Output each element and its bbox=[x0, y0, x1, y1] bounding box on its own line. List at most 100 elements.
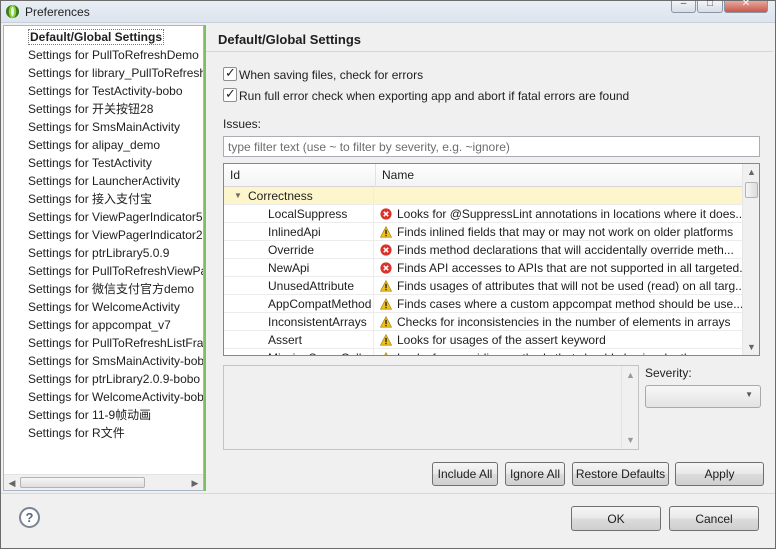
scroll-down-icon[interactable]: ▼ bbox=[743, 339, 759, 355]
scope-list-item[interactable]: Settings for 接入支付宝 bbox=[4, 190, 203, 208]
ignore-all-button[interactable]: Ignore All bbox=[505, 462, 565, 486]
scope-list-item[interactable]: Settings for PullToRefreshDemo bbox=[4, 46, 203, 64]
issue-id-cell: Override bbox=[224, 241, 374, 258]
minimize-icon: – bbox=[680, 0, 687, 9]
scope-list-item-label: Default/Global Settings bbox=[28, 29, 165, 45]
scroll-up-icon[interactable]: ▲ bbox=[622, 370, 639, 380]
severity-dropdown[interactable]: ▼ bbox=[645, 385, 761, 408]
scope-list-item[interactable]: Settings for ptrLibrary5.0.9 bbox=[4, 244, 203, 262]
category-name-cell bbox=[376, 187, 742, 204]
chevron-down-icon: ▼ bbox=[745, 390, 753, 399]
issue-id: MissingSuperCall bbox=[268, 349, 361, 355]
horizontal-scrollbar[interactable]: ◀ ▶ bbox=[4, 474, 203, 490]
page-header: Default/Global Settings bbox=[206, 26, 773, 52]
check-on-export-label: Run full error check when exporting app … bbox=[239, 89, 630, 103]
table-row[interactable]: Assert Looks for usages of the assert key… bbox=[224, 331, 742, 349]
table-row[interactable]: InconsistentArrays Checks for inconsisten… bbox=[224, 313, 742, 331]
scope-list-item-label: Settings for PullToRefreshDemo bbox=[28, 48, 199, 62]
scope-list-item[interactable]: Settings for ViewPagerIndicator2. bbox=[4, 226, 203, 244]
scope-list-item[interactable]: Settings for ViewPagerIndicator5. bbox=[4, 208, 203, 226]
scope-list-item-label: Settings for TestActivity bbox=[28, 156, 152, 170]
scope-list-item[interactable]: Settings for ptrLibrary2.0.9-bobo bbox=[4, 370, 203, 388]
scope-list-item[interactable]: Settings for LauncherActivity bbox=[4, 172, 203, 190]
pane-divider[interactable] bbox=[204, 25, 206, 491]
table-vertical-scrollbar[interactable]: ▲ ▼ bbox=[742, 164, 759, 355]
eclipse-app-icon bbox=[5, 4, 20, 19]
issue-filter-input[interactable] bbox=[223, 136, 760, 157]
table-row[interactable]: UnusedAttribute Finds usages of attribute… bbox=[224, 277, 742, 295]
scope-list-item-label: Settings for LauncherActivity bbox=[28, 174, 181, 188]
settings-scope-list[interactable]: Default/Global Settings Settings for Pull… bbox=[3, 25, 204, 491]
scope-list-item-label: Settings for 接入支付宝 bbox=[28, 192, 153, 206]
expand-arrow-icon[interactable]: ▼ bbox=[234, 187, 242, 204]
minimize-button[interactable]: – bbox=[671, 0, 696, 13]
scope-list-item[interactable]: Settings for TestActivity-bobo bbox=[4, 82, 203, 100]
table-row[interactable]: AppCompatMethod Finds cases where a custo… bbox=[224, 295, 742, 313]
table-row[interactable]: NewApi Finds API accesses to APIs that ar… bbox=[224, 259, 742, 277]
issue-description: Finds method declarations that will acci… bbox=[397, 243, 734, 257]
check-on-export-checkbox[interactable]: ✓ bbox=[223, 86, 237, 102]
issue-explanation-area[interactable]: ▲ ▼ bbox=[223, 365, 639, 450]
check-on-save-checkbox[interactable]: ✓ bbox=[223, 65, 237, 81]
scope-list-item[interactable]: Settings for WelcomeActivity bbox=[4, 298, 203, 316]
issues-table[interactable]: Id Name ▼ Correctness LocalSuppress Looks… bbox=[223, 163, 760, 356]
scope-list-item[interactable]: Settings for R文件 bbox=[4, 424, 203, 442]
table-row[interactable]: InlinedApi Finds inlined fields that may … bbox=[224, 223, 742, 241]
issue-id: InconsistentArrays bbox=[268, 315, 367, 329]
scope-list-item-label: Settings for ViewPagerIndicator5. bbox=[28, 210, 203, 224]
scroll-left-icon[interactable]: ◀ bbox=[6, 477, 18, 489]
scope-list-item[interactable]: Settings for WelcomeActivity-bob bbox=[4, 388, 203, 406]
issue-id-cell: InconsistentArrays bbox=[224, 313, 374, 330]
scroll-down-icon[interactable]: ▼ bbox=[622, 435, 639, 445]
scope-list-item-label: Settings for PullToRefreshViewPa bbox=[28, 264, 203, 278]
issue-description: Finds usages of attributes that will not… bbox=[397, 279, 742, 293]
scroll-up-icon[interactable]: ▲ bbox=[743, 164, 759, 180]
scope-list-item[interactable]: Default/Global Settings bbox=[4, 28, 203, 46]
scope-list-item[interactable]: Settings for 开关按钮28 bbox=[4, 100, 203, 118]
scope-list-item[interactable]: Settings for 微信支付官方demo bbox=[4, 280, 203, 298]
scope-list-item-label: Settings for SmsMainActivity-bob bbox=[28, 354, 203, 368]
scope-list-item[interactable]: Settings for PullToRefreshViewPa bbox=[4, 262, 203, 280]
table-row[interactable]: MissingSuperCall Looks for overriding met… bbox=[224, 349, 742, 355]
issue-id-cell: LocalSuppress bbox=[224, 205, 374, 222]
footer-divider bbox=[1, 493, 775, 494]
maximize-button[interactable]: □ bbox=[697, 0, 723, 13]
issue-id: AppCompatMethod bbox=[268, 297, 372, 311]
table-row[interactable]: LocalSuppress Looks for @SuppressLint ann… bbox=[224, 205, 742, 223]
restore-defaults-button[interactable]: Restore Defaults bbox=[572, 462, 669, 486]
scope-list-item[interactable]: Settings for PullToRefreshListFrag bbox=[4, 334, 203, 352]
title-bar[interactable]: Preferences – □ ✕ bbox=[1, 0, 775, 23]
scroll-right-icon[interactable]: ▶ bbox=[189, 477, 201, 489]
scope-list-item[interactable]: Settings for TestActivity bbox=[4, 154, 203, 172]
scope-list-item-label: Settings for WelcomeActivity-bob bbox=[28, 390, 203, 404]
issue-id-cell: Assert bbox=[224, 331, 374, 348]
apply-button[interactable]: Apply bbox=[675, 462, 764, 486]
scope-list-item[interactable]: Settings for SmsMainActivity-bob bbox=[4, 352, 203, 370]
issue-name-cell: Finds usages of attributes that will not… bbox=[376, 277, 742, 294]
table-row[interactable]: Override Finds method declarations that w… bbox=[224, 241, 742, 259]
issue-name-cell: Finds inlined fields that may or may not… bbox=[376, 223, 742, 240]
table-scrollbar-thumb[interactable] bbox=[745, 182, 758, 198]
help-icon[interactable]: ? bbox=[19, 507, 40, 528]
column-header-name[interactable]: Name bbox=[376, 164, 742, 187]
scope-list-item[interactable]: Settings for alipay_demo bbox=[4, 136, 203, 154]
issue-description: Finds cases where a custom appcompat met… bbox=[397, 297, 742, 311]
scope-list-item-label: Settings for TestActivity-bobo bbox=[28, 84, 183, 98]
column-header-id[interactable]: Id bbox=[224, 164, 376, 187]
category-row[interactable]: ▼ Correctness bbox=[224, 187, 742, 205]
scope-list-item[interactable]: Settings for appcompat_v7 bbox=[4, 316, 203, 334]
ok-button[interactable]: OK bbox=[571, 506, 661, 531]
cancel-button[interactable]: Cancel bbox=[669, 506, 759, 531]
scope-list-item[interactable]: Settings for SmsMainActivity bbox=[4, 118, 203, 136]
include-all-button[interactable]: Include All bbox=[432, 462, 498, 486]
close-button[interactable]: ✕ bbox=[724, 0, 768, 13]
scope-list-item-label: Settings for ptrLibrary2.0.9-bobo bbox=[28, 372, 201, 386]
issue-id-cell: NewApi bbox=[224, 259, 374, 276]
scrollbar-thumb[interactable] bbox=[20, 477, 145, 488]
window-title: Preferences bbox=[25, 5, 90, 19]
scope-list-item[interactable]: Settings for 11-9帧动画 bbox=[4, 406, 203, 424]
preferences-window: Preferences – □ ✕ Default/Global Setting… bbox=[0, 0, 776, 549]
explanation-scrollbar[interactable]: ▲ ▼ bbox=[621, 366, 638, 449]
scope-list-item[interactable]: Settings for library_PullToRefresh bbox=[4, 64, 203, 82]
page-title: Default/Global Settings bbox=[218, 32, 362, 47]
